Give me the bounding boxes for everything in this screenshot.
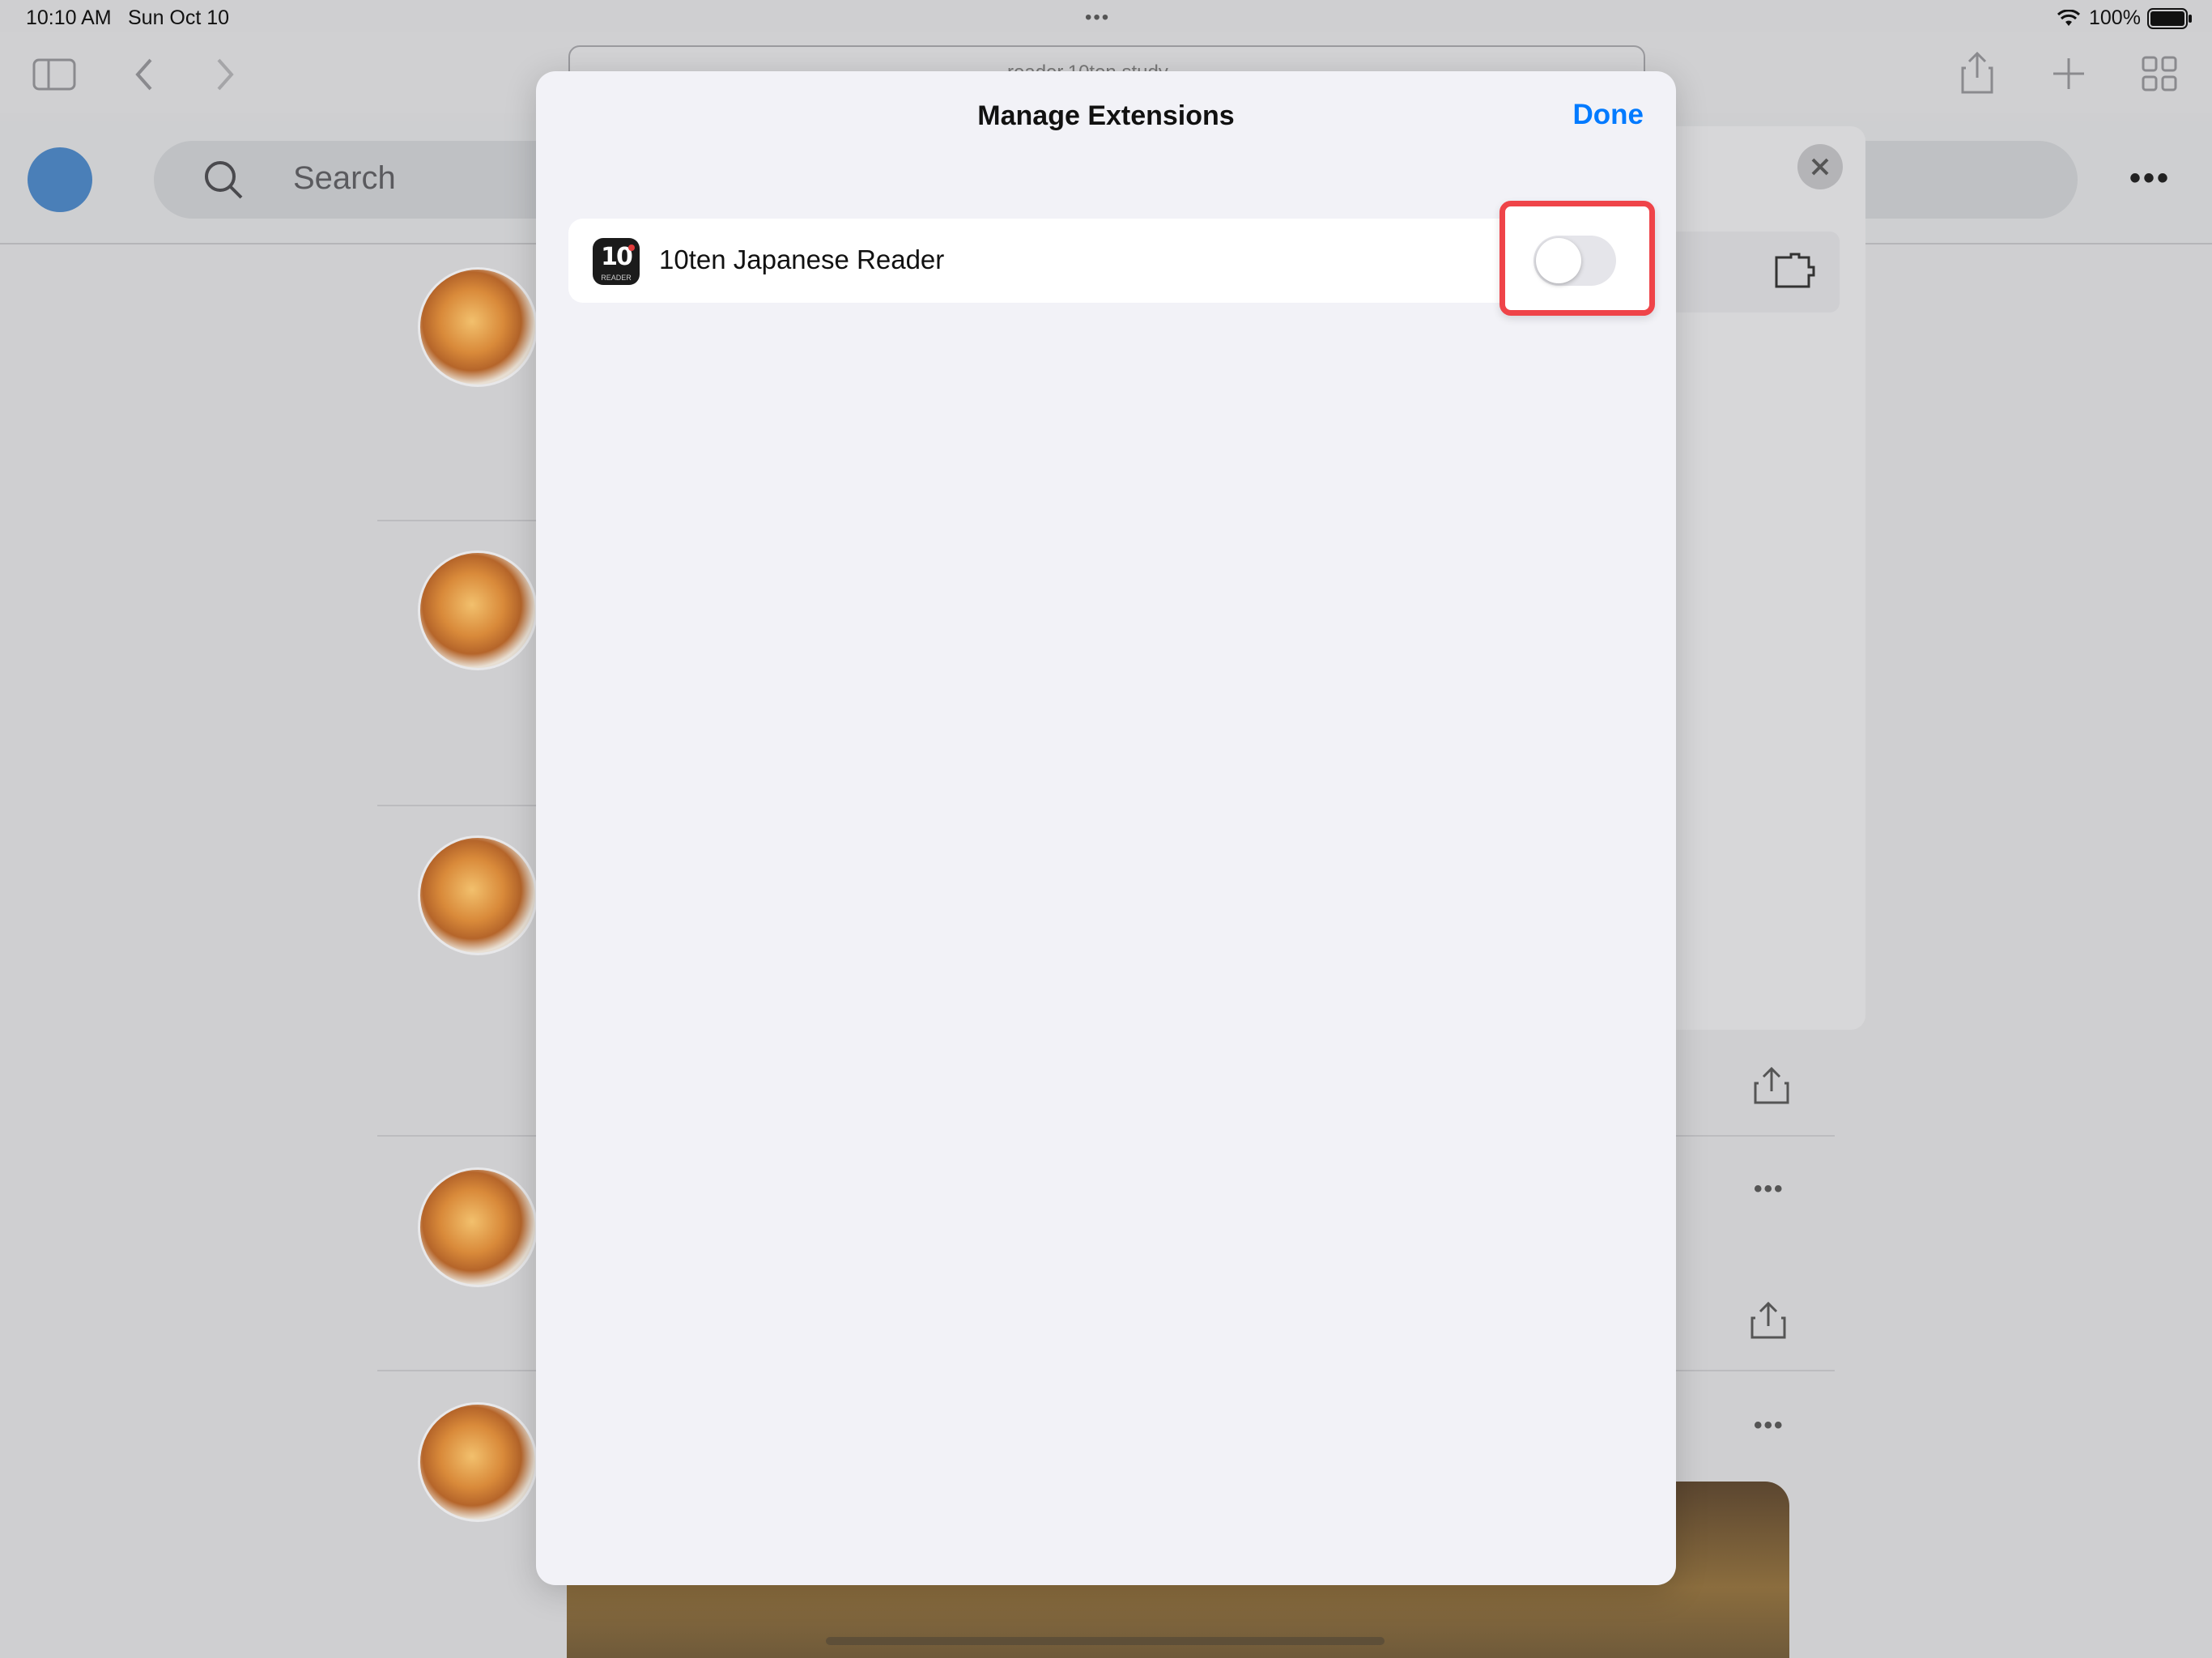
multitasking-dots-icon[interactable]: •••: [1085, 6, 1110, 29]
more-options-icon[interactable]: •••: [2129, 160, 2171, 197]
sheet-title: Manage Extensions: [977, 100, 1235, 131]
feed-avatar[interactable]: [418, 1167, 538, 1287]
battery-percentage: 100%: [2089, 6, 2141, 29]
feed-avatar[interactable]: [418, 1402, 538, 1522]
home-indicator[interactable]: [826, 1637, 1385, 1645]
icon-accent-dot: [628, 244, 635, 251]
back-icon[interactable]: [133, 57, 155, 92]
more-options-icon[interactable]: •••: [1754, 1175, 1784, 1203]
search-icon: [205, 161, 243, 199]
more-options-icon[interactable]: •••: [1754, 1412, 1784, 1439]
extension-name: 10ten Japanese Reader: [659, 244, 945, 274]
forward-icon[interactable]: [214, 57, 236, 92]
new-tab-icon[interactable]: [2050, 55, 2087, 92]
feed-avatar[interactable]: [418, 835, 538, 955]
extension-enable-toggle[interactable]: [1534, 236, 1616, 286]
extension-row: 10 READER 10ten Japanese Reader: [568, 219, 1613, 303]
close-icon[interactable]: [1797, 144, 1843, 189]
extension-app-icon: 10 READER: [593, 238, 640, 285]
share-icon[interactable]: [1752, 1065, 1791, 1106]
extension-icon-caption: READER: [601, 274, 632, 282]
toggle-knob: [1536, 238, 1581, 283]
share-icon[interactable]: [1959, 50, 1995, 96]
share-icon[interactable]: [1749, 1300, 1788, 1341]
profile-avatar[interactable]: [28, 147, 92, 212]
search-placeholder: Search: [293, 160, 396, 196]
status-time: 10:10 AM: [26, 6, 112, 29]
done-button[interactable]: Done: [1573, 99, 1644, 131]
tab-overview-icon[interactable]: [2141, 55, 2178, 92]
manage-extensions-sheet: Manage Extensions Done 10 READER 10ten J…: [536, 71, 1676, 1585]
status-date: Sun Oct 10: [128, 6, 230, 29]
wifi-icon: [2057, 10, 2081, 26]
feed-avatar[interactable]: [418, 267, 538, 387]
feed-avatar[interactable]: [418, 551, 538, 670]
puzzle-piece-icon: [1775, 253, 1815, 288]
battery-icon: [2147, 8, 2192, 29]
sidebar-icon[interactable]: [32, 57, 78, 92]
